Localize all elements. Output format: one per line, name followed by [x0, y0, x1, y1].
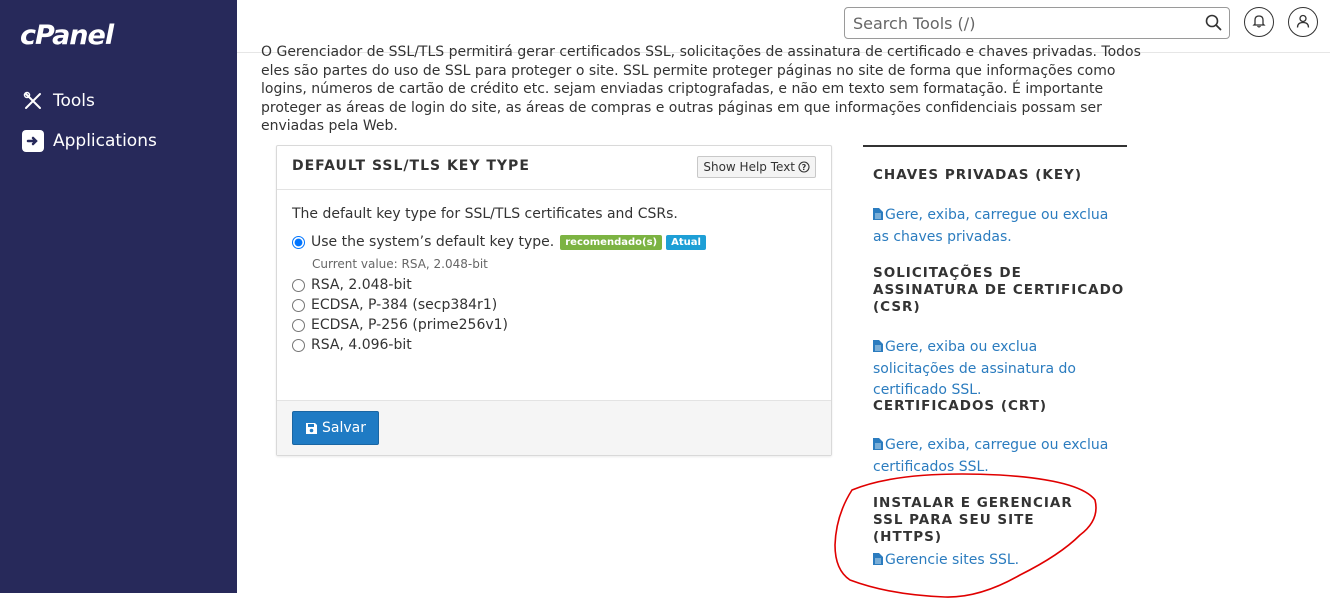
tools-icon	[21, 89, 45, 113]
option-label: RSA, 2.048-bit	[311, 277, 412, 293]
radio-default[interactable]	[292, 235, 305, 249]
document-icon	[873, 206, 883, 227]
link-text: Gere, exiba, carregue ou exclua as chave…	[873, 207, 1109, 245]
radio-rsa-2048[interactable]	[292, 278, 305, 292]
sidebar-item-applications[interactable]: Applications	[21, 129, 157, 153]
key-type-option-default[interactable]: Use the system’s default key type. recom…	[292, 234, 706, 250]
show-help-text-button[interactable]: Show Help Text ?	[697, 156, 816, 178]
panel-footer: Salvar	[277, 400, 831, 455]
right-column: CHAVES PRIVADAS (KEY) Gere, exiba, carre…	[863, 145, 1127, 568]
key-type-option-rsa-2048[interactable]: RSA, 2.048-bit	[292, 277, 412, 293]
document-icon	[873, 338, 883, 359]
current-value-text: Current value: RSA, 2.048-bit	[312, 257, 488, 271]
sidebar-item-tools[interactable]: Tools	[21, 89, 95, 113]
radio-rsa-4096[interactable]	[292, 338, 305, 352]
section-title-certificates: CERTIFICADOS (CRT)	[873, 398, 1048, 414]
key-type-option-ecdsa-256[interactable]: ECDSA, P-256 (prime256v1)	[292, 317, 508, 333]
user-icon	[1296, 13, 1310, 32]
key-type-option-rsa-4096[interactable]: RSA, 4.096-bit	[292, 337, 412, 353]
panel-body: The default key type for SSL/TLS certifi…	[277, 190, 831, 402]
option-label: RSA, 4.096-bit	[311, 337, 412, 353]
default-key-type-panel: DEFAULT SSL/TLS KEY TYPE Show Help Text …	[276, 145, 832, 456]
sidebar-item-label: Applications	[53, 131, 157, 151]
save-button[interactable]: Salvar	[292, 411, 379, 445]
search-icon[interactable]	[1205, 14, 1222, 35]
help-button-label: Show Help Text	[703, 160, 795, 174]
link-text: Gerencie sites SSL.	[885, 552, 1020, 568]
document-icon	[873, 436, 883, 457]
section-title-private-keys: CHAVES PRIVADAS (KEY)	[873, 167, 1082, 183]
cpanel-logo[interactable]: cPanel	[20, 20, 114, 51]
sidebar: cPanel Tools Applications	[0, 0, 237, 593]
section-title-csr: SOLICITAÇÕES DE ASSINATURA DE CERTIFICAD…	[873, 265, 1125, 315]
link-text: Gere, exiba, carregue ou exclua certific…	[873, 437, 1109, 475]
save-button-label: Salvar	[322, 420, 366, 436]
option-label: ECDSA, P-384 (secp384r1)	[311, 297, 498, 313]
main-content: O Gerenciador de SSL/TLS permitirá gerar…	[237, 44, 1330, 593]
sidebar-item-label: Tools	[53, 91, 95, 111]
bell-icon	[1252, 13, 1266, 32]
panel-header: DEFAULT SSL/TLS KEY TYPE Show Help Text …	[277, 146, 831, 190]
applications-icon	[21, 129, 45, 153]
radio-ecdsa-256[interactable]	[292, 318, 305, 332]
document-icon	[873, 551, 883, 572]
link-csr[interactable]: Gere, exiba ou exclua solicitações de as…	[873, 337, 1123, 401]
link-certificates[interactable]: Gere, exiba, carregue ou exclua certific…	[873, 435, 1123, 478]
panel-description: The default key type for SSL/TLS certifi…	[292, 206, 678, 222]
option-label: ECDSA, P-256 (prime256v1)	[311, 317, 509, 333]
user-menu-button[interactable]	[1288, 7, 1318, 37]
recommended-badge: recomendado(s)	[560, 234, 663, 250]
notifications-button[interactable]	[1244, 7, 1274, 37]
search-input[interactable]	[845, 8, 1201, 38]
option-label: Use the system’s default key type.	[311, 234, 555, 250]
intro-text: O Gerenciador de SSL/TLS permitirá gerar…	[261, 44, 1141, 134]
save-icon	[305, 422, 318, 435]
panel-title: DEFAULT SSL/TLS KEY TYPE	[292, 158, 530, 174]
question-circle-icon: ?	[798, 161, 810, 173]
key-type-option-ecdsa-384[interactable]: ECDSA, P-384 (secp384r1)	[292, 297, 497, 313]
svg-text:?: ?	[802, 163, 807, 172]
current-badge: Atual	[666, 234, 706, 250]
radio-ecdsa-384[interactable]	[292, 298, 305, 312]
search-box[interactable]	[844, 7, 1230, 39]
link-private-keys[interactable]: Gere, exiba, carregue ou exclua as chave…	[873, 205, 1123, 248]
link-text: Gere, exiba ou exclua solicitações de as…	[873, 339, 1076, 398]
link-manage-ssl-sites[interactable]: Gerencie sites SSL.	[873, 550, 1123, 572]
section-title-install-ssl: INSTALAR E GERENCIAR SSL PARA SEU SITE (…	[873, 495, 1073, 545]
